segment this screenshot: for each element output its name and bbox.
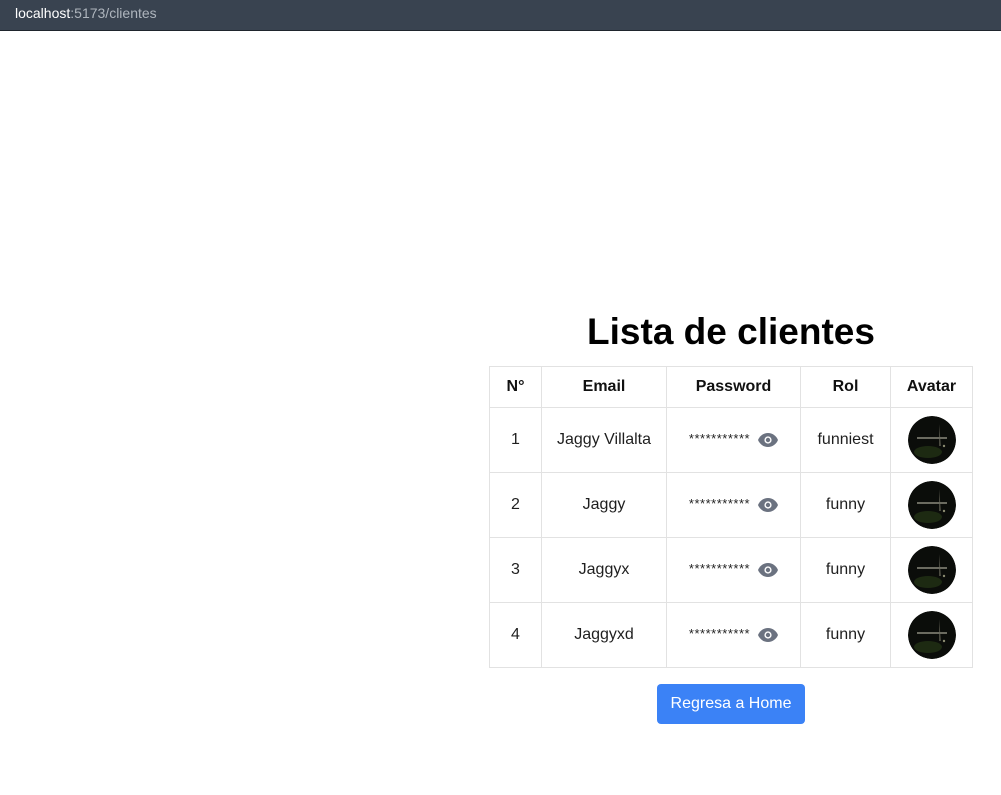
clients-table: N° Email Password Rol Avatar 1 Jaggy Vil… — [489, 366, 973, 668]
cell-avatar — [890, 537, 973, 603]
cell-email: Jaggy Villalta — [541, 407, 667, 473]
password-mask: *********** — [688, 495, 751, 511]
password-mask: *********** — [688, 625, 751, 641]
cell-avatar — [890, 602, 973, 668]
avatar — [907, 416, 956, 464]
cell-rol: funny — [800, 602, 891, 668]
table-row: 4 Jaggyxd *********** funny — [489, 602, 973, 668]
cell-email: Jaggy — [541, 472, 667, 538]
cell-rol: funny — [800, 472, 891, 538]
cell-password: *********** — [666, 407, 801, 473]
url-text[interactable]: localhost:5173/clientes — [15, 5, 157, 21]
cell-email: Jaggyxd — [541, 602, 667, 668]
password-mask: *********** — [688, 430, 751, 446]
url-path: :5173/clientes — [70, 5, 157, 21]
cell-number: 2 — [489, 472, 542, 538]
table-row: 3 Jaggyx *********** funny — [489, 537, 973, 603]
table-row: 1 Jaggy Villalta *********** funniest — [489, 407, 973, 473]
eye-icon[interactable] — [758, 430, 779, 450]
browser-address-bar[interactable]: localhost:5173/clientes — [0, 0, 1001, 31]
cell-number: 4 — [489, 602, 542, 668]
eye-icon[interactable] — [758, 495, 779, 515]
table-row: 2 Jaggy *********** funny — [489, 472, 973, 538]
cell-number: 3 — [489, 537, 542, 603]
header-avatar: Avatar — [890, 366, 973, 408]
cell-password: *********** — [666, 602, 801, 668]
eye-icon[interactable] — [758, 625, 779, 645]
cell-avatar — [890, 472, 973, 538]
header-rol: Rol — [800, 366, 891, 408]
header-password: Password — [666, 366, 801, 408]
cell-email: Jaggyx — [541, 537, 667, 603]
table-body: 1 Jaggy Villalta *********** funniest 2 … — [489, 407, 973, 668]
avatar — [907, 481, 956, 529]
avatar — [907, 546, 956, 594]
cell-number: 1 — [489, 407, 542, 473]
avatar — [907, 611, 956, 659]
eye-icon[interactable] — [758, 560, 779, 580]
cell-rol: funny — [800, 537, 891, 603]
cell-avatar — [890, 407, 973, 473]
cell-password: *********** — [666, 537, 801, 603]
cell-rol: funniest — [800, 407, 891, 473]
cell-password: *********** — [666, 472, 801, 538]
header-email: Email — [541, 366, 667, 408]
url-host: localhost — [15, 5, 71, 21]
password-mask: *********** — [688, 560, 751, 576]
home-button[interactable]: Regresa a Home — [657, 684, 805, 724]
header-number: N° — [489, 366, 542, 408]
page-title: Lista de clientes — [587, 311, 875, 352]
table-header-row: N° Email Password Rol Avatar — [489, 366, 973, 408]
